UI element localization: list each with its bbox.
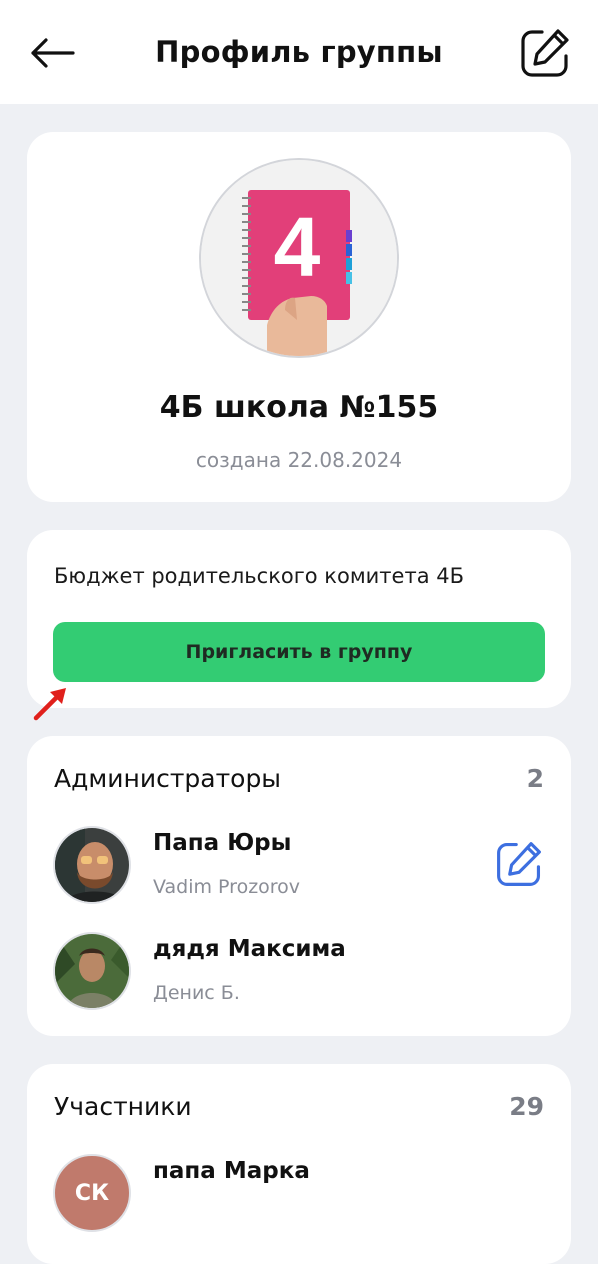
members-card: Участники 29 СК папа Марка: [27, 1064, 571, 1264]
admin-name: Папа Юры: [153, 830, 292, 856]
avatar: [53, 932, 131, 1010]
group-profile-card: 4 4Б школа №155 создана 22.08.2024: [27, 132, 571, 502]
avatar: СК: [53, 1154, 131, 1232]
member-name: папа Марка: [153, 1158, 310, 1184]
page-title: Профиль группы: [155, 35, 443, 69]
members-title: Участники: [54, 1092, 192, 1121]
member-item[interactable]: СК папа Марка: [53, 1154, 545, 1234]
administrators-title: Администраторы: [54, 764, 282, 793]
group-description-card: Бюджет родительского комитета 4Б Приглас…: [27, 530, 571, 708]
admin-item[interactable]: дядя Максима Денис Б.: [53, 932, 545, 1012]
svg-text:4: 4: [274, 200, 321, 294]
group-name: 4Б школа №155: [159, 390, 439, 425]
group-avatar-digit: 4: [274, 200, 321, 294]
edit-admin-button[interactable]: [493, 838, 545, 890]
admin-item[interactable]: Папа Юры Vadim Prozorov: [53, 826, 545, 906]
top-bar: Профиль группы: [0, 0, 598, 104]
admin-username: Денис Б.: [153, 982, 240, 1004]
edit-square-icon: [521, 29, 569, 77]
avatar: [53, 826, 131, 904]
edit-square-icon: [497, 842, 541, 886]
edit-group-button[interactable]: [516, 24, 574, 82]
invite-to-group-button[interactable]: Пригласить в группу: [53, 622, 545, 682]
administrators-card: Администраторы 2 Папа Юры Vadim Prozorov: [27, 736, 571, 1036]
admin-name: дядя Максима: [153, 936, 346, 962]
back-button[interactable]: [26, 30, 78, 76]
group-created-date: создана 22.08.2024: [195, 448, 403, 472]
members-count: 29: [509, 1092, 544, 1121]
group-description: Бюджет родительского комитета 4Б: [54, 564, 465, 588]
admin-username: Vadim Prozorov: [153, 876, 301, 898]
arrow-left-icon: [31, 38, 75, 68]
administrators-count: 2: [526, 764, 544, 793]
annotation-arrow-icon: [33, 688, 66, 721]
